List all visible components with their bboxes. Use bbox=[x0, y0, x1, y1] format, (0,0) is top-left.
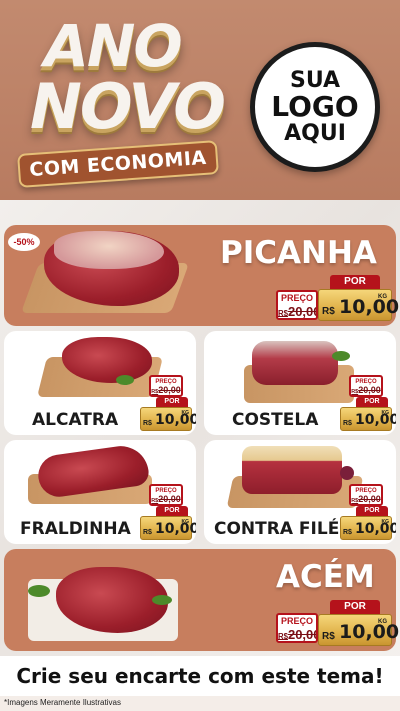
costela-image bbox=[252, 341, 338, 385]
old-price-tag: PREÇO R$20,00 bbox=[349, 484, 383, 506]
old-price-value: 20,00 bbox=[287, 304, 318, 319]
currency: R$ bbox=[143, 420, 152, 427]
herb-image bbox=[28, 585, 50, 597]
product-card-alcatra[interactable]: ALCATRA PREÇO R$20,00 POR R$ 10,00 KG bbox=[4, 331, 196, 435]
unit: KG bbox=[381, 519, 390, 525]
logo-placeholder[interactable]: SUA LOGO AQUI bbox=[250, 42, 380, 172]
herb-image bbox=[332, 351, 350, 361]
old-price-value: 20,00 bbox=[158, 494, 181, 504]
old-price-tag: PREÇO R$20,00 bbox=[349, 375, 383, 397]
price-box: R$ 10,00 KG bbox=[140, 407, 196, 431]
economia-banner: COM ECONOMIA bbox=[17, 140, 219, 188]
old-price-tag: PREÇO R$20,00 bbox=[276, 613, 318, 643]
unit: KG bbox=[378, 619, 387, 625]
logo-line-2: LOGO bbox=[271, 90, 359, 124]
unit: KG bbox=[381, 410, 390, 416]
economia-text: COM ECONOMIA bbox=[28, 146, 208, 182]
preco-label: PREÇO bbox=[280, 293, 313, 303]
product-card-costela[interactable]: COSTELA PREÇO R$20,00 POR R$ 10,00 KG bbox=[204, 331, 396, 435]
old-price: R$20,00 bbox=[351, 495, 381, 504]
cta-text: Crie seu encarte com este tema! bbox=[16, 664, 384, 688]
title-novo: NOVO bbox=[30, 70, 226, 143]
product-card-contra-file[interactable]: CONTRA FILÉ PREÇO R$20,00 POR R$ 10,00 K… bbox=[204, 440, 396, 544]
product-name: COSTELA bbox=[232, 410, 319, 430]
product-name: ACÉM bbox=[276, 559, 375, 595]
por-label: POR bbox=[330, 600, 380, 614]
contra-file-image bbox=[242, 446, 342, 494]
price-value: 10,00 bbox=[155, 521, 196, 537]
product-card-fraldinha[interactable]: FRALDINHA PREÇO R$20,00 POR R$ 10,00 KG bbox=[4, 440, 196, 544]
price-value: 10,00 bbox=[339, 296, 400, 318]
product-name: PICANHA bbox=[220, 235, 377, 271]
product-name: FRALDINHA bbox=[20, 519, 131, 539]
header: ANO NOVO COM ECONOMIA SUA LOGO AQUI bbox=[0, 0, 400, 200]
price-value: 10,00 bbox=[155, 412, 196, 428]
por-label: POR bbox=[356, 506, 388, 516]
por-label: POR bbox=[156, 506, 188, 516]
logo-line-3: AQUI bbox=[284, 120, 346, 146]
old-price-tag: PREÇO R$20,00 bbox=[276, 290, 318, 320]
por-label: POR bbox=[156, 397, 188, 407]
old-price-value: 20,00 bbox=[287, 627, 318, 642]
old-price: R$20,00 bbox=[151, 386, 181, 395]
por-label: POR bbox=[356, 397, 388, 407]
price-box: R$ 10,00 KG bbox=[340, 407, 396, 431]
currency: R$ bbox=[322, 631, 335, 642]
product-name: ALCATRA bbox=[32, 410, 119, 430]
old-price-tag: PREÇO R$20,00 bbox=[149, 484, 183, 506]
price-box: R$ 10,00 KG bbox=[140, 516, 196, 540]
price-box: R$ 10,00 KG bbox=[318, 289, 399, 321]
herb-image bbox=[152, 595, 172, 605]
preco-label: PREÇO bbox=[280, 616, 313, 626]
old-price: R$20,00 bbox=[278, 628, 316, 641]
herb-image bbox=[116, 375, 134, 385]
old-price-value: 20,00 bbox=[358, 385, 381, 395]
currency: R$ bbox=[143, 529, 152, 536]
currency: R$ bbox=[322, 306, 335, 317]
currency: R$ bbox=[343, 529, 352, 536]
price-box: R$ 10,00 KG bbox=[340, 516, 396, 540]
herb-image bbox=[340, 466, 354, 480]
unit: KG bbox=[181, 519, 190, 525]
price-value: 10,00 bbox=[355, 412, 396, 428]
logo-line-1: SUA bbox=[289, 68, 341, 94]
product-name: CONTRA FILÉ bbox=[214, 519, 340, 539]
por-label: POR bbox=[330, 275, 380, 289]
discount-badge: -50% bbox=[8, 233, 40, 251]
old-price-value: 20,00 bbox=[158, 385, 181, 395]
old-price: R$20,00 bbox=[351, 386, 381, 395]
disclaimer: *Imagens Meramente Ilustrativas bbox=[4, 698, 121, 707]
price-box: R$ 10,00 KG bbox=[318, 614, 399, 646]
old-currency: R$ bbox=[278, 309, 288, 318]
old-price: R$20,00 bbox=[278, 305, 316, 318]
old-price: R$20,00 bbox=[151, 495, 181, 504]
picanha-fat-image bbox=[54, 231, 164, 269]
unit: KG bbox=[378, 294, 387, 300]
price-value: 10,00 bbox=[339, 621, 400, 643]
old-currency: R$ bbox=[278, 632, 288, 641]
old-price-value: 20,00 bbox=[358, 494, 381, 504]
price-value: 10,00 bbox=[355, 521, 396, 537]
cta-banner[interactable]: Crie seu encarte com este tema! bbox=[0, 656, 400, 696]
currency: R$ bbox=[343, 420, 352, 427]
old-price-tag: PREÇO R$20,00 bbox=[149, 375, 183, 397]
unit: KG bbox=[181, 410, 190, 416]
